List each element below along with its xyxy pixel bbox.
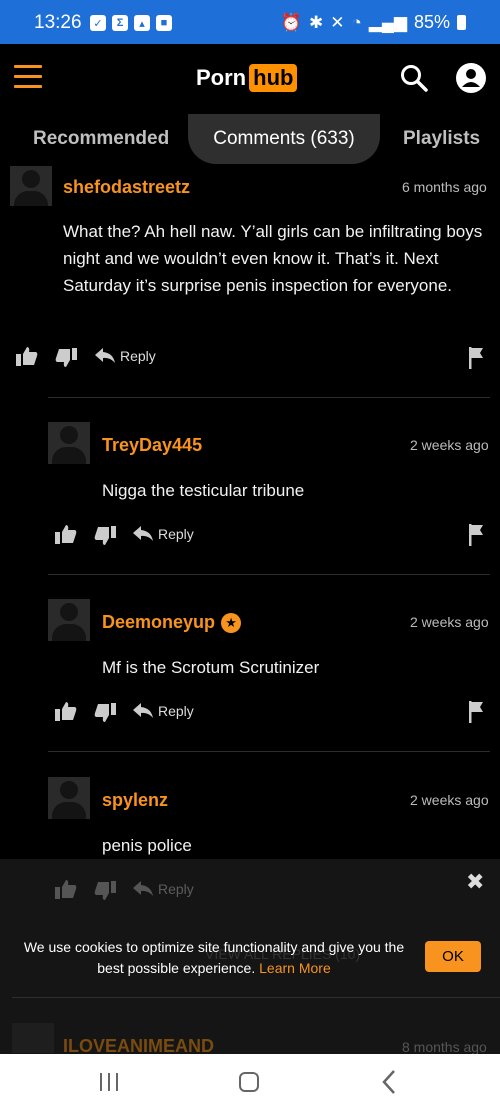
home-icon[interactable]: [239, 1072, 259, 1092]
dislike-button[interactable]: [55, 348, 77, 368]
thumbs-up-icon: [16, 347, 38, 366]
thumbs-down-icon: [55, 348, 77, 367]
reply-label: Reply: [158, 703, 194, 719]
comment-text: Mf is the Scrotum Scrutinizer: [102, 658, 320, 677]
reply-icon: [133, 526, 153, 541]
content-tabs: Recommended Comments (633) Playlists: [0, 114, 500, 164]
alarm-icon: ⏰: [280, 12, 302, 32]
comment-time: 2 weeks ago: [410, 792, 489, 808]
battery-percent: 85%: [413, 12, 450, 32]
cookie-text: We use cookies to optimize site function…: [23, 939, 405, 976]
comment-username[interactable]: Deemoneyup: [102, 612, 215, 632]
dislike-button: [94, 881, 116, 901]
avatar[interactable]: [10, 166, 52, 206]
comment-time: 8 months ago: [402, 1039, 487, 1055]
close-icon[interactable]: ✖: [466, 869, 484, 895]
dislike-button[interactable]: [94, 526, 116, 546]
thumbs-up-icon: [55, 702, 77, 721]
like-button[interactable]: [16, 346, 38, 366]
like-button: [55, 879, 77, 899]
reply-icon: [133, 881, 153, 896]
account-icon[interactable]: [456, 63, 486, 93]
app-header: Porn hub: [0, 44, 500, 114]
reply-button[interactable]: Reply: [133, 703, 194, 719]
avatar: [12, 1023, 54, 1053]
status-time: 13:26: [34, 12, 82, 33]
learn-more-link[interactable]: Learn More: [259, 960, 331, 976]
divider: [12, 997, 500, 998]
comment-username[interactable]: shefodastreetz: [63, 177, 190, 198]
tab-playlists[interactable]: Playlists: [403, 114, 480, 164]
thumbs-up-icon: [55, 880, 77, 899]
thumbs-up-icon: [55, 525, 77, 544]
flag-icon[interactable]: [469, 701, 483, 723]
reply-label: Reply: [158, 881, 194, 897]
menu-icon[interactable]: [14, 65, 42, 89]
avatar[interactable]: [48, 777, 90, 819]
avatar[interactable]: [48, 599, 90, 641]
comment-time: 2 weeks ago: [410, 614, 489, 630]
mute-icon: ✕: [330, 12, 345, 32]
recents-icon[interactable]: [100, 1073, 118, 1091]
comment-username-row: Deemoneyup ★: [102, 612, 242, 634]
verified-star-icon: ★: [221, 613, 242, 634]
reply-button[interactable]: Reply: [133, 526, 194, 542]
like-button[interactable]: [55, 701, 77, 721]
thumbs-down-icon: [94, 881, 116, 900]
dislike-button[interactable]: [94, 703, 116, 723]
comment-username[interactable]: TreyDay445: [102, 435, 202, 456]
reply-button: Reply: [133, 881, 194, 897]
cookie-banner: Reply VIEW ALL REPLIES (10) ✖ We use coo…: [0, 859, 500, 1056]
logo-part-1: Porn: [196, 65, 247, 90]
reply-button[interactable]: Reply: [95, 348, 156, 364]
sigma-icon: Σ: [112, 15, 128, 31]
bag-icon: ■: [156, 15, 172, 31]
comment-username[interactable]: spylenz: [102, 790, 168, 811]
reply-label: Reply: [158, 526, 194, 542]
tab-recommended[interactable]: Recommended: [33, 114, 169, 164]
cookie-ok-button[interactable]: OK: [425, 941, 481, 972]
comment-text: What the? Ah hell naw. Y’all girls can b…: [63, 222, 483, 295]
tab-comments[interactable]: Comments (633): [188, 114, 380, 164]
reply-icon: [133, 703, 153, 718]
notification-icons: ✓ Σ ▴ ■: [90, 15, 172, 31]
site-logo[interactable]: Porn hub: [196, 64, 298, 92]
avatar[interactable]: [48, 422, 90, 464]
search-icon[interactable]: [400, 64, 428, 92]
cookie-message: We use cookies to optimize site function…: [18, 937, 410, 979]
status-bar: 13:26 ✓ Σ ▴ ■ ⏰ ✱ ✕ ◔ ▂▄▆ 85%: [0, 0, 500, 44]
comment-text: Nigga the testicular tribune: [102, 481, 305, 500]
reply-label: Reply: [120, 348, 156, 364]
battery-icon: [457, 15, 466, 30]
comment-time: 2 weeks ago: [410, 437, 489, 453]
system-nav-bar: [0, 1054, 500, 1112]
logo-part-2: hub: [249, 64, 298, 92]
signal-icon: ▂▄▆: [368, 12, 407, 32]
back-icon[interactable]: [382, 1069, 396, 1095]
gallery-icon: ▴: [134, 15, 150, 31]
divider: [48, 574, 490, 575]
comment-time: 6 months ago: [402, 179, 487, 195]
like-button[interactable]: [55, 524, 77, 544]
wifi-icon: ◔: [351, 12, 362, 32]
flag-icon[interactable]: [469, 524, 483, 546]
thumbs-down-icon: [94, 526, 116, 545]
comment-text: penis police: [102, 836, 192, 855]
bluetooth-icon: ✱: [308, 12, 324, 32]
system-icons: ⏰ ✱ ✕ ◔ ▂▄▆ 85%: [281, 12, 466, 33]
divider: [48, 397, 490, 398]
reply-icon: [95, 348, 115, 363]
check-icon: ✓: [90, 15, 106, 31]
divider: [48, 751, 490, 752]
thumbs-down-icon: [94, 703, 116, 722]
flag-icon[interactable]: [469, 347, 483, 369]
